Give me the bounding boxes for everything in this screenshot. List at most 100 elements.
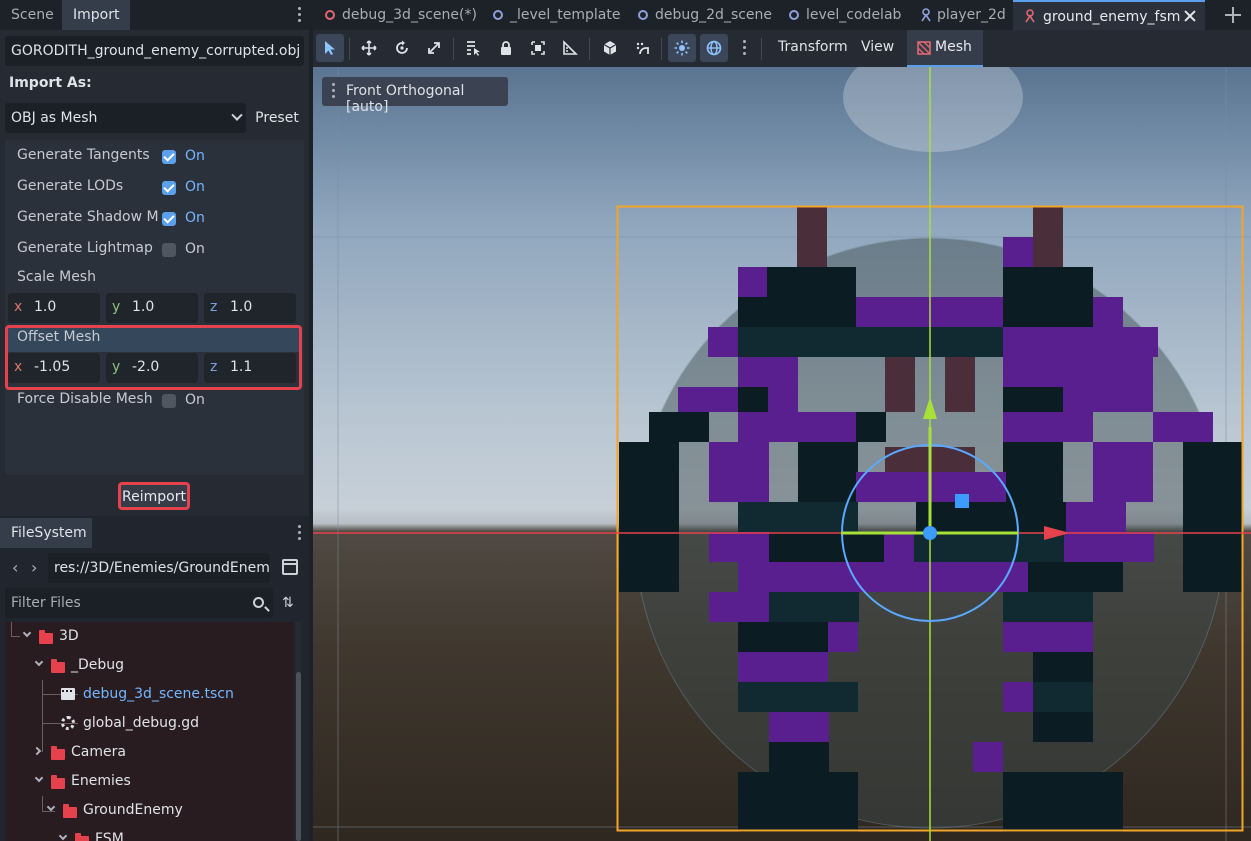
sort-icon[interactable]: ⇅	[282, 595, 298, 611]
generate-lightmap-checkbox[interactable]	[162, 243, 176, 257]
mesh-menu-label: Mesh	[935, 39, 972, 55]
filesystem-path-input[interactable]: res://3D/Enemies/GroundEnem	[48, 553, 270, 583]
view-menu[interactable]: View	[861, 39, 894, 55]
viewport-toolbar: Transform View Mesh	[313, 30, 1251, 67]
folder-icon	[75, 833, 89, 841]
close-icon[interactable]	[1183, 9, 1197, 23]
scene-file-icon	[61, 688, 75, 700]
scene-tab-level-codelab[interactable]: level_codelab	[789, 0, 904, 30]
group-button[interactable]	[524, 34, 552, 62]
scale-mesh-y-field[interactable]: y 1.0	[106, 293, 198, 323]
scene-tab-player-2d[interactable]: player_2d	[919, 0, 1014, 30]
tree-item-debug-3d-scene[interactable]: debug_3d_scene.tscn	[5, 680, 294, 709]
gizmo-center[interactable]	[923, 526, 937, 540]
reimport-button[interactable]: Reimport	[118, 482, 190, 510]
chevron-down-icon[interactable]	[34, 773, 44, 783]
generate-lightmap-state[interactable]: On	[185, 241, 205, 257]
scene-tab-level-template[interactable]: _level_template	[493, 0, 623, 30]
tab-import[interactable]: Import	[62, 0, 131, 30]
more-options-icon[interactable]	[743, 40, 747, 58]
lock-button[interactable]	[492, 34, 520, 62]
chevron-down-icon[interactable]	[58, 831, 68, 841]
generate-lods-checkbox[interactable]	[162, 181, 176, 195]
3d-viewport[interactable]: Front Orthogonal [auto]	[313, 67, 1251, 841]
split-view-icon[interactable]	[282, 559, 298, 575]
circle-red-icon	[325, 10, 335, 20]
file-tree-scrollbar[interactable]	[296, 622, 301, 841]
force-disable-mesh-state[interactable]: On	[185, 392, 205, 408]
scene-tab-debug-2d-scene[interactable]: debug_2d_scene	[638, 0, 772, 30]
ruler-button[interactable]	[556, 34, 584, 62]
force-disable-mesh-label: Force Disable Mesh	[17, 391, 153, 407]
import-file-name: GORODITH_ground_enemy_corrupted.obj	[5, 36, 304, 66]
generate-tangents-state[interactable]: On	[185, 148, 205, 164]
tree-item-global-debug[interactable]: global_debug.gd	[5, 709, 294, 738]
add-scene-icon[interactable]	[1225, 7, 1241, 23]
scale-mesh-z-field[interactable]: z 1.0	[204, 293, 296, 323]
move-mode-button[interactable]	[355, 34, 383, 62]
local-space-button[interactable]	[596, 34, 624, 62]
viewport-canvas[interactable]	[313, 67, 1251, 841]
scene-tab-label: level_codelab	[806, 7, 902, 23]
chevron-down-icon[interactable]	[46, 802, 56, 812]
filesystem-menu-icon[interactable]	[298, 525, 302, 543]
circle-blue-icon	[789, 10, 799, 20]
generate-tangents-checkbox[interactable]	[162, 150, 176, 164]
environment-preview-button[interactable]	[700, 34, 728, 62]
tab-filesystem[interactable]: FileSystem	[0, 518, 92, 548]
scale-mesh-x-field[interactable]: x 1.0	[8, 293, 100, 323]
file-tree: 3D _Debug debug_3d_scene.tscn global_deb…	[5, 622, 294, 841]
mesh-menu[interactable]: Mesh	[907, 30, 983, 67]
transform-menu[interactable]: Transform	[778, 39, 848, 55]
move-icon	[361, 40, 377, 56]
dock-menu-icon[interactable]	[298, 7, 302, 25]
filter-files-input[interactable]: Filter Files	[5, 588, 273, 618]
forward-arrow-icon[interactable]: ›	[31, 558, 37, 577]
toolbar-separator	[661, 38, 662, 60]
folder-icon	[63, 804, 77, 818]
import-as-select[interactable]: OBJ as Mesh	[5, 103, 246, 133]
dock-tab-bar: Scene Import	[0, 0, 309, 30]
chevron-down-icon[interactable]	[22, 628, 32, 638]
sun-icon	[674, 40, 690, 56]
tree-item-enemies[interactable]: Enemies	[5, 767, 294, 796]
tree-item-label: FSM	[95, 831, 124, 841]
scale-mesh-vector: x 1.0 y 1.0 z 1.0	[5, 293, 304, 323]
back-arrow-icon[interactable]: ‹	[12, 558, 18, 577]
tree-item-3d[interactable]: 3D	[5, 622, 294, 651]
preset-button[interactable]: Preset	[250, 103, 304, 133]
tree-item-label: debug_3d_scene.tscn	[83, 686, 234, 702]
toolbar-separator	[589, 38, 590, 60]
cube-icon	[603, 41, 617, 55]
search-icon	[253, 597, 264, 608]
select-mode-button[interactable]	[316, 34, 344, 62]
tree-item-label: global_debug.gd	[83, 715, 200, 731]
chevron-down-icon[interactable]	[34, 657, 44, 667]
tree-item-camera[interactable]: Camera	[5, 738, 294, 767]
tree-item-fsm[interactable]: FSM	[5, 825, 294, 841]
generate-shadow-mesh-state[interactable]: On	[185, 210, 205, 226]
sun-preview-button[interactable]	[668, 34, 696, 62]
viewport-view-menu[interactable]: Front Orthogonal [auto]	[322, 77, 508, 115]
node-blue-icon	[921, 8, 931, 22]
scene-tab-debug-3d-scene[interactable]: debug_3d_scene(*)	[325, 0, 477, 30]
tab-scene[interactable]: Scene	[0, 0, 65, 30]
import-as-label: Import As:	[9, 75, 92, 91]
import-as-value: OBJ as Mesh	[11, 110, 98, 126]
rotate-mode-button[interactable]	[388, 34, 416, 62]
globe-icon	[706, 40, 722, 56]
generate-lods-state[interactable]: On	[185, 179, 205, 195]
tree-item-ground-enemy[interactable]: GroundEnemy	[5, 796, 294, 825]
chevron-right-icon[interactable]	[32, 746, 42, 756]
list-select-button[interactable]	[459, 34, 487, 62]
tree-item-debug[interactable]: _Debug	[5, 651, 294, 680]
mesh-icon	[917, 41, 931, 55]
scale-mode-button[interactable]	[420, 34, 448, 62]
chevron-down-icon	[231, 109, 243, 121]
generate-shadow-mesh-checkbox[interactable]	[162, 212, 176, 226]
gizmo-plane-handle[interactable]	[955, 494, 969, 508]
force-disable-mesh-checkbox[interactable]	[162, 394, 176, 408]
snap-button[interactable]	[628, 34, 656, 62]
scene-tab-label: ground_enemy_fsm	[1043, 9, 1181, 25]
scene-tab-ground-enemy-fsm[interactable]: ground_enemy_fsm	[1013, 0, 1205, 30]
